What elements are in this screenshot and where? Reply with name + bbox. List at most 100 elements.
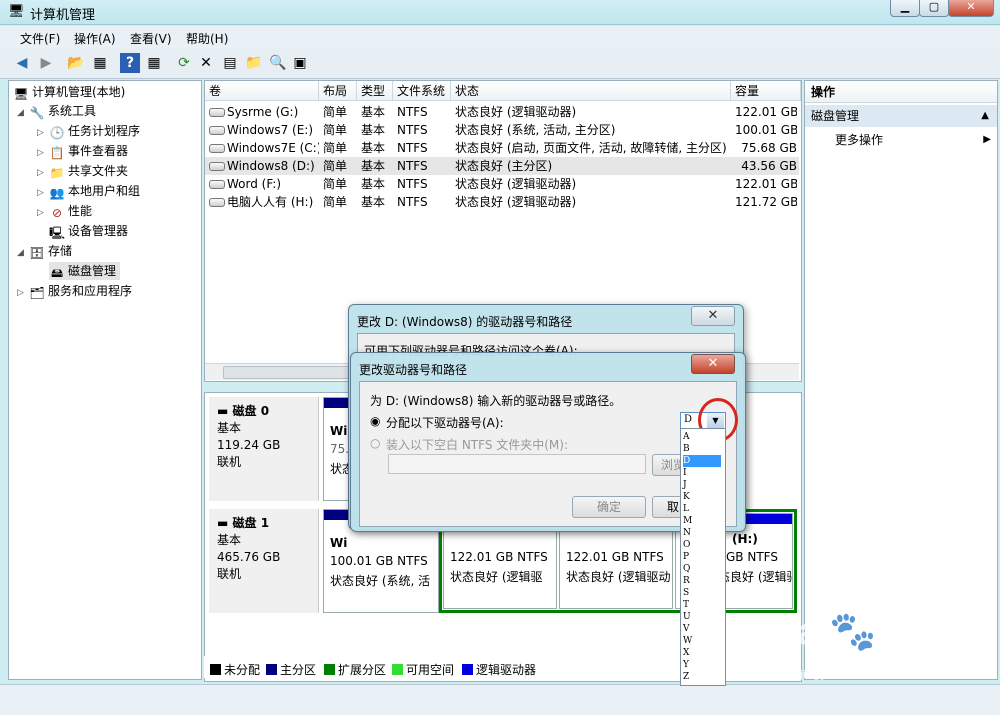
- legend-label: 可用空间: [406, 663, 455, 677]
- export-icon[interactable]: ▣: [290, 53, 310, 73]
- tree-item-disk-management[interactable]: 🖴 磁盘管理: [49, 262, 121, 280]
- dialog-close-button[interactable]: ✕: [691, 354, 735, 374]
- legend-logical: 逻辑驱动器: [462, 661, 536, 678]
- drive-letter-option[interactable]: Z: [683, 671, 721, 683]
- menu-action[interactable]: 操作(A): [74, 30, 116, 47]
- tree-item-storage[interactable]: ◢ 🗄 存储: [17, 242, 72, 260]
- refresh-icon[interactable]: ⟳: [174, 53, 194, 73]
- disk-0-size: 119.24 GB: [217, 438, 281, 452]
- drive-letter-option[interactable]: M: [683, 515, 721, 527]
- volume-cell: Windows7 (E:): [227, 123, 314, 137]
- search-icon[interactable]: 🔍: [268, 53, 288, 73]
- drive-letter-option[interactable]: J: [683, 479, 721, 491]
- back-icon[interactable]: ◀: [12, 53, 32, 73]
- show-hide-tree-icon[interactable]: ▦: [90, 53, 110, 73]
- column-header-capacity[interactable]: 容量: [731, 81, 801, 101]
- tree-item-event-viewer[interactable]: ▷ 📋 事件查看器: [37, 142, 128, 160]
- forward-icon[interactable]: ▶: [36, 53, 56, 73]
- tree-item-performance[interactable]: ▷ ⊘ 性能: [37, 202, 92, 220]
- tree-item-label: 任务计划程序: [68, 124, 141, 138]
- column-header-layout[interactable]: 布局: [319, 81, 357, 101]
- drive-letter-option[interactable]: L: [683, 503, 721, 515]
- menu-view[interactable]: 查看(V): [130, 30, 172, 47]
- volume-cell: Windows7E (C:): [227, 141, 319, 155]
- tree-item-system-tools[interactable]: ◢ 🔧 系统工具: [17, 102, 96, 120]
- volume-row[interactable]: Windows7 (E:) 简单 基本 NTFS 状态良好 (系统, 活动, 主分区) 1…: [205, 121, 799, 139]
- collapsed-arrow-icon[interactable]: ▷: [37, 124, 49, 142]
- menu-file[interactable]: 文件(F): [20, 30, 60, 47]
- delete-icon[interactable]: ✕: [196, 53, 216, 73]
- tree-item-root[interactable]: 🖥 计算机管理(本地): [13, 83, 125, 101]
- drive-letter-option[interactable]: R: [683, 575, 721, 587]
- column-header-status[interactable]: 状态: [451, 81, 731, 101]
- volume-row[interactable]: Sysrme (G:) 简单 基本 NTFS 状态良好 (逻辑驱动器) 122.01 GB: [205, 103, 799, 121]
- expanded-arrow-icon[interactable]: ◢: [17, 244, 29, 262]
- drive-letter-option[interactable]: Q: [683, 563, 721, 575]
- storage-icon: 🗄: [29, 246, 45, 260]
- tree-item-task-scheduler[interactable]: ▷ 🕒 任务计划程序: [37, 122, 140, 140]
- drive-letter-option[interactable]: W: [683, 635, 721, 647]
- drive-letter-option[interactable]: V: [683, 623, 721, 635]
- drive-letter-option[interactable]: S: [683, 587, 721, 599]
- folder-path-input[interactable]: [388, 454, 646, 474]
- tree-item-label: 共享文件夹: [68, 164, 129, 178]
- collapsed-arrow-icon[interactable]: ▷: [37, 184, 49, 202]
- expanded-arrow-icon[interactable]: ◢: [17, 104, 29, 122]
- drive-letter-option[interactable]: X: [683, 647, 721, 659]
- drive-letter-option[interactable]: Y: [683, 659, 721, 671]
- app-icon: 🖥: [8, 4, 25, 19]
- volume-cell: 简单: [323, 177, 348, 191]
- drive-letter-option[interactable]: N: [683, 527, 721, 539]
- scrollbar-thumb[interactable]: [223, 366, 365, 379]
- drive-letter-option[interactable]: O: [683, 539, 721, 551]
- radio-assign-letter[interactable]: ◉: [370, 414, 380, 428]
- close-button[interactable]: ✕: [948, 0, 994, 17]
- volume-cell: 43.56 GB: [741, 159, 797, 173]
- collapse-arrow-icon[interactable]: ▲: [981, 105, 989, 127]
- drive-letter-option[interactable]: K: [683, 491, 721, 503]
- outer-dialog-close-button[interactable]: ✕: [691, 306, 735, 326]
- minimize-button[interactable]: ▁: [890, 0, 920, 17]
- tree-item-shared-folders[interactable]: ▷ 📁 共享文件夹: [37, 162, 128, 180]
- volume-row[interactable]: 电脑人人有 (H:) 简单 基本 NTFS 状态良好 (逻辑驱动器) 121.72 GB: [205, 193, 799, 211]
- drive-letter-option[interactable]: I: [683, 467, 721, 479]
- properties-icon[interactable]: ▤: [220, 53, 240, 73]
- partition-name: Wi: [330, 424, 348, 438]
- drive-letter-option[interactable]: B: [683, 443, 721, 455]
- volume-row[interactable]: Word (F:) 简单 基本 NTFS 状态良好 (逻辑驱动器) 122.01 GB: [205, 175, 799, 193]
- tree-item-device-manager[interactable]: 🖳 设备管理器: [49, 222, 128, 240]
- column-header-filesystem[interactable]: 文件系统: [393, 81, 451, 101]
- legend-label: 未分配: [224, 663, 261, 677]
- column-header-volume[interactable]: 卷: [205, 81, 319, 101]
- shared-folder-icon: 📁: [49, 166, 65, 180]
- collapsed-arrow-icon[interactable]: ▷: [37, 164, 49, 182]
- show-hide-action-icon[interactable]: ▦: [144, 53, 164, 73]
- disk-1-size: 465.76 GB: [217, 550, 281, 564]
- drive-letter-option[interactable]: U: [683, 611, 721, 623]
- drive-letter-option[interactable]: D: [683, 455, 721, 467]
- more-actions-item[interactable]: 更多操作 ▶: [835, 131, 993, 149]
- column-header-type[interactable]: 类型: [357, 81, 393, 101]
- drive-letter-option[interactable]: P: [683, 551, 721, 563]
- maximize-button[interactable]: ▢: [919, 0, 949, 17]
- drive-letter-option[interactable]: A: [683, 431, 721, 443]
- tree-item-services[interactable]: ▷ 🗂 服务和应用程序: [17, 282, 132, 300]
- tree-item-local-users[interactable]: ▷ 👥 本地用户和组: [37, 182, 140, 200]
- drive-letter-option[interactable]: T: [683, 599, 721, 611]
- menu-help[interactable]: 帮助(H): [186, 30, 228, 47]
- help-icon[interactable]: ?: [120, 53, 140, 73]
- open-icon[interactable]: 📁: [244, 53, 264, 73]
- disk-0-label[interactable]: ▬ 磁盘 0 基本 119.24 GB 联机: [209, 397, 319, 501]
- radio-mount-folder[interactable]: ○: [370, 436, 380, 450]
- disk-1-label[interactable]: ▬ 磁盘 1 基本 465.76 GB 联机: [209, 509, 319, 613]
- collapsed-arrow-icon[interactable]: ▷: [17, 284, 29, 302]
- collapsed-arrow-icon[interactable]: ▷: [37, 144, 49, 162]
- volume-row[interactable]: Windows8 (D:) 简单 基本 NTFS 状态良好 (主分区) 43.56 GB: [205, 157, 799, 175]
- legend-label: 逻辑驱动器: [476, 663, 537, 677]
- actions-section-disk-management[interactable]: 磁盘管理 ▲: [805, 105, 997, 127]
- ok-button[interactable]: 确定: [572, 496, 646, 518]
- collapsed-arrow-icon[interactable]: ▷: [37, 204, 49, 222]
- volume-row[interactable]: Windows7E (C:) 简单 基本 NTFS 状态良好 (启动, 页面文件, 活动…: [205, 139, 799, 157]
- up-folder-icon[interactable]: 📂: [66, 53, 86, 73]
- volume-cell: 状态良好 (系统, 活动, 主分区): [455, 123, 616, 137]
